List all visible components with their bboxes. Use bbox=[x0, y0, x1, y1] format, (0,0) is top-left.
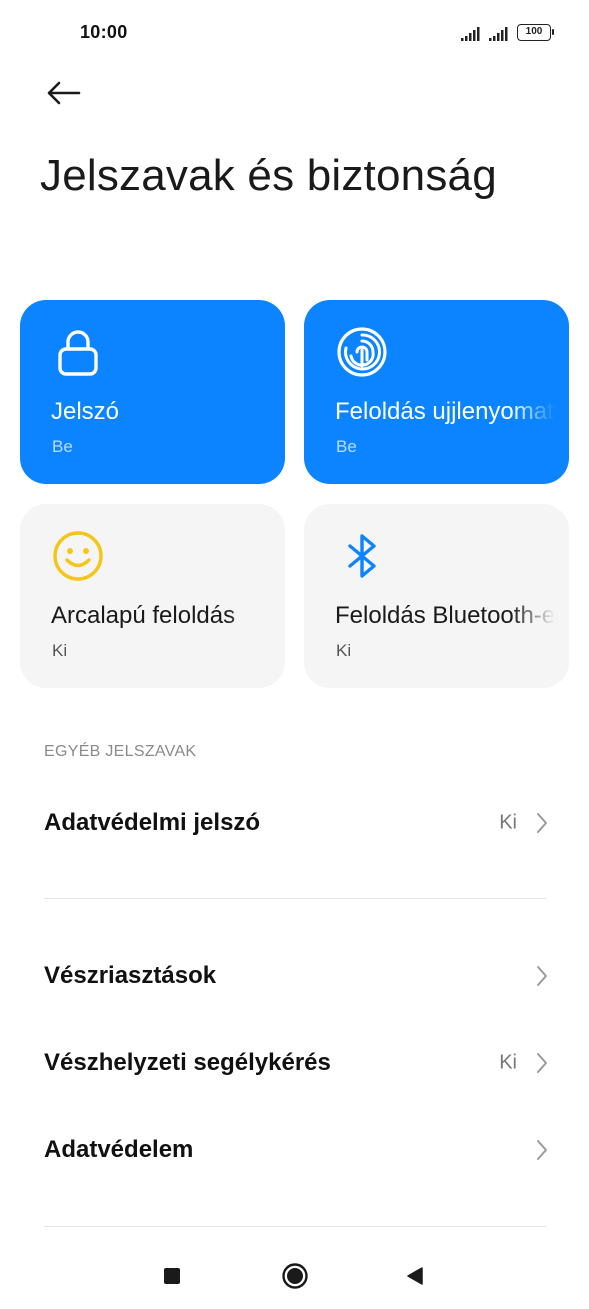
row-label: Vészriasztások bbox=[44, 962, 217, 989]
bluetooth-unlock-tile[interactable]: Feloldás Bluetooth-eszközzel Ki bbox=[304, 504, 569, 688]
row-label: Vészhelyzeti segélykérés bbox=[44, 1049, 331, 1076]
system-back-button[interactable] bbox=[393, 1256, 437, 1296]
page-title: Jelszavak és biztonság bbox=[40, 151, 497, 200]
signal-icon bbox=[461, 27, 480, 41]
back-button[interactable] bbox=[40, 72, 86, 114]
arrow-left-icon bbox=[47, 81, 81, 105]
chevron-right-icon bbox=[537, 1053, 547, 1073]
battery-level: 100 bbox=[525, 26, 543, 37]
home-circle-icon bbox=[282, 1263, 308, 1289]
signal-icon bbox=[489, 27, 508, 41]
bluetooth-icon bbox=[348, 534, 376, 578]
fingerprint-icon bbox=[337, 327, 387, 377]
recents-button[interactable] bbox=[150, 1256, 194, 1296]
home-button[interactable] bbox=[273, 1256, 317, 1296]
password-tile[interactable]: Jelszó Be bbox=[20, 300, 285, 484]
row-label: Adatvédelmi jelszó bbox=[44, 809, 261, 836]
smiley-face-icon bbox=[53, 531, 103, 581]
tile-title: Feloldás Bluetooth-eszközzel bbox=[335, 602, 555, 629]
back-triangle-icon bbox=[407, 1267, 423, 1285]
row-value: Ki bbox=[499, 811, 517, 834]
tile-title: Jelszó bbox=[51, 398, 120, 425]
navigation-bar bbox=[0, 1238, 589, 1309]
row-value: Ki bbox=[499, 1051, 517, 1074]
privacy-password-row[interactable]: Adatvédelmi jelszó Ki bbox=[0, 788, 589, 858]
status-bar: 10:00 100 bbox=[0, 0, 589, 66]
face-unlock-tile[interactable]: Arcalapú feloldás Ki bbox=[20, 504, 285, 688]
chevron-right-icon bbox=[537, 813, 547, 833]
tile-status: Ki bbox=[336, 641, 352, 660]
privacy-row[interactable]: Adatvédelem bbox=[0, 1115, 589, 1185]
tile-title: Feloldás ujjlenyomattal bbox=[335, 398, 555, 425]
fingerprint-unlock-tile[interactable]: Feloldás ujjlenyomattal Be bbox=[304, 300, 569, 484]
emergency-sos-row[interactable]: Vészhelyzeti segélykérés Ki bbox=[0, 1028, 589, 1098]
row-label: Adatvédelem bbox=[44, 1136, 194, 1163]
battery-icon: 100 bbox=[517, 24, 554, 41]
chevron-right-icon bbox=[537, 1140, 547, 1160]
recents-square-icon bbox=[164, 1268, 180, 1284]
lock-icon bbox=[58, 330, 98, 376]
chevron-right-icon bbox=[537, 966, 547, 986]
divider bbox=[44, 898, 546, 899]
status-icons: 100 bbox=[461, 24, 554, 41]
emergency-alerts-row[interactable]: Vészriasztások bbox=[0, 941, 589, 1011]
tile-status: Be bbox=[52, 437, 73, 456]
divider bbox=[44, 1226, 546, 1227]
status-time: 10:00 bbox=[80, 22, 128, 42]
tile-status: Ki bbox=[52, 641, 68, 660]
tile-status: Be bbox=[336, 437, 357, 456]
section-header: EGYÉB JELSZAVAK bbox=[44, 743, 197, 760]
tile-title: Arcalapú feloldás bbox=[51, 602, 236, 629]
